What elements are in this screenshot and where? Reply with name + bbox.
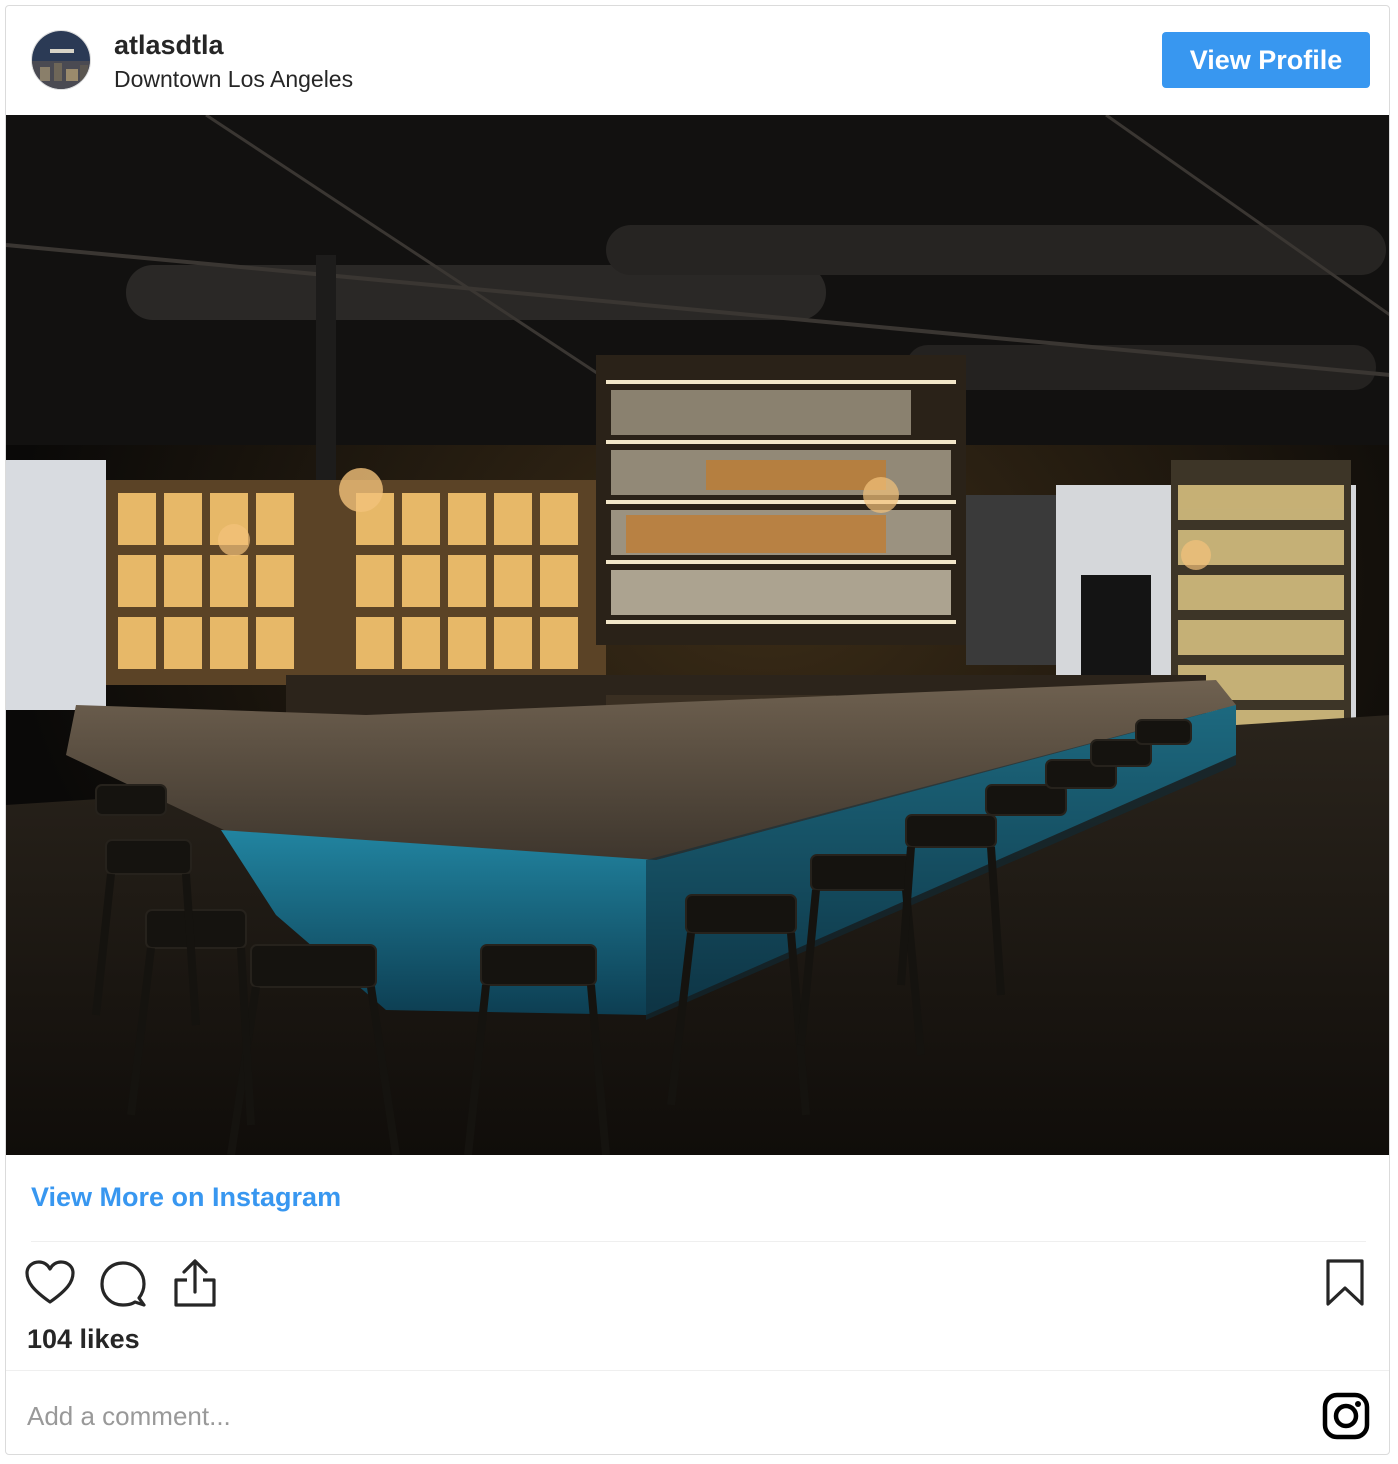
view-more-link[interactable]: View More on Instagram [31,1182,341,1213]
avatar[interactable] [31,30,91,90]
location[interactable]: Downtown Los Angeles [114,66,353,93]
avatar-image [32,31,90,89]
bookmark-icon [1326,1259,1364,1306]
divider [6,1370,1389,1371]
comment-input[interactable] [27,1396,1227,1436]
bar-interior-photo [6,115,1389,1155]
username[interactable]: atlasdtla [114,30,224,61]
share-icon [174,1259,216,1307]
heart-icon [25,1260,75,1304]
view-profile-button[interactable]: View Profile [1162,32,1370,88]
likes-count: 104 likes [27,1324,140,1354]
divider [31,1241,1366,1242]
instagram-link[interactable] [1322,1392,1370,1443]
like-button[interactable] [25,1260,75,1309]
share-button[interactable] [172,1258,218,1311]
post-photo[interactable] [6,115,1389,1155]
comment-bubble-icon [100,1261,146,1307]
save-button[interactable] [1324,1258,1366,1311]
instagram-logo-icon [1322,1392,1370,1440]
comment-button[interactable] [99,1260,147,1311]
post-header: atlasdtla Downtown Los Angeles View Prof… [6,6,1389,115]
instagram-embed-card: atlasdtla Downtown Los Angeles View Prof… [5,5,1390,1455]
